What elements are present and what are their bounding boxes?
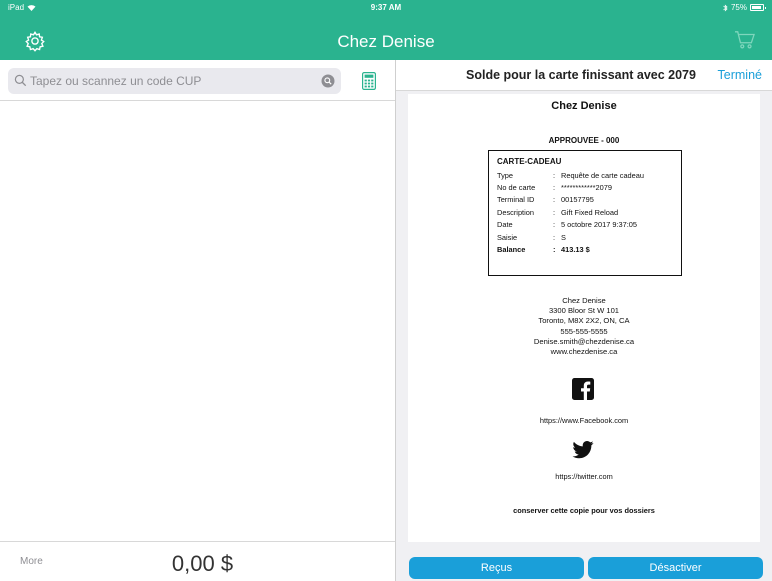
address-email: Denise.smith@chezdenise.ca <box>533 336 635 346</box>
status-time: 9:37 AM <box>370 3 402 12</box>
calculator-icon[interactable] <box>362 72 376 90</box>
status-bar: iPad 9:37 AM 75% <box>0 0 772 16</box>
status-right: 75% <box>723 3 766 12</box>
receipt-row: Date: 5 octobre 2017 9:37:05 <box>497 220 638 230</box>
receipt-status: APPROUVEE - 000 <box>548 136 620 145</box>
receipts-button[interactable]: Reçus <box>409 557 584 579</box>
receipt-row: No de carte: ************2079 <box>497 183 612 193</box>
receipt-footer-note: conserver cette copie pour vos dossiers <box>513 506 655 515</box>
total-amount: 0,00 $ <box>171 551 234 576</box>
cart-icon[interactable] <box>734 30 756 50</box>
receipt-row: Terminal ID: 00157795 <box>497 195 594 205</box>
twitter-icon <box>572 441 594 459</box>
balance-title: Solde pour la carte finissant avec 2079 <box>466 68 696 82</box>
receipt-row-balance: Balance: 413.13 $ <box>497 245 590 255</box>
receipt-merchant: Chez Denise <box>551 100 617 112</box>
done-button[interactable]: Terminé <box>718 68 762 82</box>
search-row <box>0 60 395 101</box>
facebook-link: https://www.Facebook.com <box>539 416 629 425</box>
bottom-bar: More 0,00 $ <box>0 541 395 581</box>
address-name: Chez Denise <box>562 296 606 305</box>
top-bar: iPad 9:37 AM 75% Chez Denise <box>0 0 772 60</box>
card-title: CARTE-CADEAU <box>497 157 562 166</box>
scan-icon[interactable] <box>321 74 335 88</box>
battery-percent: 75% <box>730 3 747 12</box>
address-website: www.chezdenise.ca <box>550 347 618 357</box>
left-pane: More 0,00 $ <box>0 60 395 581</box>
receipt-row: Type: Requête de carte cadeau <box>497 170 645 180</box>
receipt-row: Saisie: S <box>497 232 566 242</box>
search-input[interactable] <box>30 71 310 91</box>
receipt-details-box: CARTE-CADEAU Type: Requête de carte cade… <box>488 150 682 276</box>
receipt[interactable]: Chez Denise APPROUVEE - 000 CARTE-CADEAU… <box>408 94 760 542</box>
facebook-icon <box>572 378 594 400</box>
twitter-link: https://twitter.com <box>555 472 613 481</box>
address-phone: 555-555-5555 <box>560 326 608 336</box>
address-street: 3300 Bloor St W 101 <box>548 306 620 316</box>
battery-icon <box>750 4 766 11</box>
app-title: Chez Denise <box>337 32 435 51</box>
right-pane: Solde pour la carte finissant avec 2079 … <box>396 60 772 581</box>
address-city: Toronto, M8X 2X2, ON, CA <box>538 316 630 326</box>
receipt-address: Chez Denise 3300 Bloor St W 101 Toronto,… <box>408 296 760 357</box>
right-header: Solde pour la carte finissant avec 2079 … <box>396 60 772 91</box>
receipt-row: Description: Gift Fixed Reload <box>497 207 619 217</box>
deactivate-button[interactable]: Désactiver <box>588 557 763 579</box>
bluetooth-icon <box>723 3 728 12</box>
search-box[interactable] <box>8 68 341 94</box>
search-icon <box>14 74 27 87</box>
